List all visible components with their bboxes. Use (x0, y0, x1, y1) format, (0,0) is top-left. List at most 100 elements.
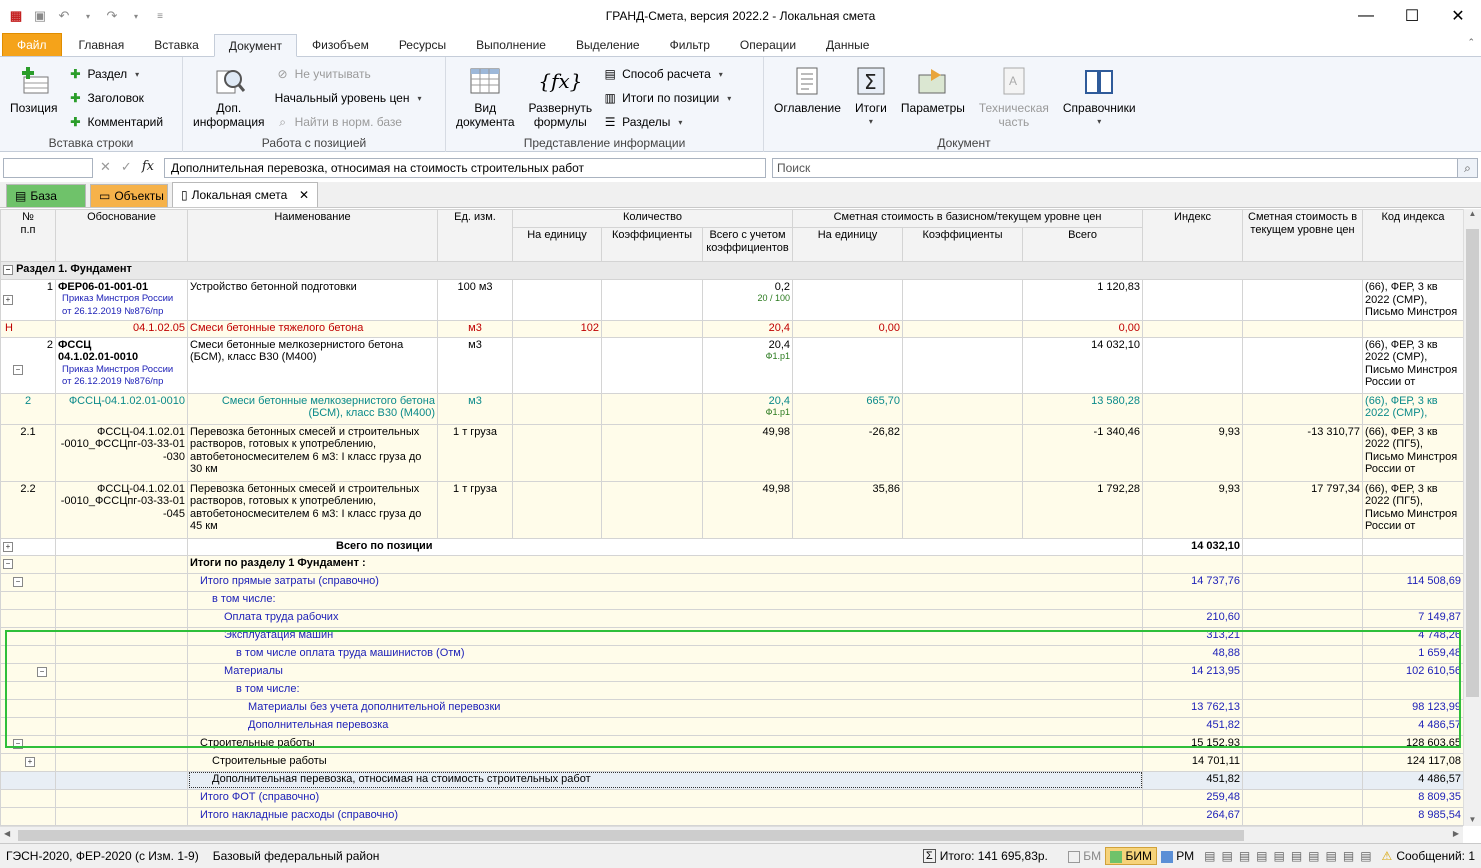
total-row[interactable]: в том числе: (0, 680, 1463, 700)
tab-selection[interactable]: Выделение (561, 33, 655, 56)
collapse-ribbon-icon[interactable]: ⌃ (1467, 37, 1475, 48)
col-num[interactable]: № п.п (0, 209, 56, 262)
tab-objects[interactable]: ▭ Объекты (90, 184, 168, 207)
vertical-scroll-thumb[interactable] (1466, 229, 1479, 697)
formula-input[interactable]: Дополнительная перевозка, относимая на с… (164, 158, 766, 178)
col-cost[interactable]: Сметная стоимость в базисном/текущем уро… (791, 209, 1144, 228)
total-row[interactable]: Итого ФОТ (справочно) 259,48 8 809,35 (0, 788, 1463, 808)
horizontal-scroll-thumb[interactable] (18, 830, 1244, 841)
close-tab-icon[interactable]: ✕ (299, 184, 309, 207)
price-level-dropdown[interactable]: Начальный уровень цен ▾ (275, 89, 422, 107)
collapse-toggle-icon[interactable]: − (13, 576, 23, 587)
rm-toggle[interactable]: РМ (1160, 849, 1194, 863)
total-row[interactable]: − Итоги по разделу 1 Фундамент : (0, 554, 1463, 574)
col-index-code[interactable]: Код индекса (1362, 209, 1463, 262)
tab-filter[interactable]: Фильтр (655, 33, 725, 56)
maximize-button[interactable]: ☐ (1389, 0, 1435, 32)
redo-icon[interactable]: ↷ (102, 6, 122, 26)
insert-header-button[interactable]: ✚ Заголовок (67, 89, 163, 107)
expand-toggle-icon[interactable]: + (25, 756, 35, 767)
scroll-down-icon[interactable]: ▼ (1464, 815, 1481, 824)
tab-operations[interactable]: Операции (725, 33, 811, 56)
status-tool-icons[interactable]: ▤▤▤▤▤▤▤▤▤▤ (1198, 849, 1377, 863)
scroll-up-icon[interactable]: ▲ (1464, 209, 1481, 218)
collapse-toggle-icon[interactable]: − (3, 265, 13, 275)
status-sum[interactable]: Итого: 141 695,83р. (940, 849, 1048, 863)
total-row[interactable]: в том числе оплата труда машинистов (Отм… (0, 644, 1463, 664)
table-row[interactable]: 2.2 ФССЦ-04.1.02.01 -0010_ФССЦпг-03-33-0… (0, 480, 1463, 539)
collapse-toggle-icon[interactable]: − (37, 666, 47, 677)
calc-method-dropdown[interactable]: ▤ Способ расчета ▾ (602, 65, 731, 83)
vertical-scrollbar[interactable]: ▲ ▼ (1463, 209, 1481, 826)
search-input[interactable]: Поиск ⌕ (772, 158, 1478, 178)
total-row[interactable]: + Строительные работы 14 701,11 124 117,… (0, 752, 1463, 772)
search-icon[interactable]: ⌕ (1457, 159, 1477, 177)
total-row[interactable]: Оплата труда рабочих 210,60 7 149,87 (0, 608, 1463, 628)
insert-comment-button[interactable]: ✚ Комментарий (67, 113, 163, 131)
total-row[interactable]: − Строительные работы 15 152,93 128 603,… (0, 734, 1463, 754)
scroll-right-icon[interactable]: ▶ (1453, 829, 1459, 838)
col-cost-current[interactable]: Сметная стоимость в текущем уровне цен (1242, 209, 1364, 262)
collapse-toggle-icon[interactable]: − (3, 558, 13, 569)
tab-execution[interactable]: Выполнение (461, 33, 561, 56)
close-button[interactable]: ✕ (1435, 0, 1481, 32)
tab-document[interactable]: Документ (213, 34, 298, 57)
total-row[interactable]: в том числе: (0, 590, 1463, 610)
find-in-base-button[interactable]: ⌕ Найти в норм. базе (275, 113, 422, 131)
bim-toggle[interactable]: БИМ (1105, 847, 1157, 865)
status-messages[interactable]: Сообщений: 1 (1396, 849, 1475, 863)
ignore-button[interactable]: ⊘ Не учитывать (275, 65, 422, 83)
total-row[interactable]: Итого накладные расходы (справочно) 264,… (0, 806, 1463, 826)
total-row-selected[interactable]: Дополнительная перевозка, относимая на с… (0, 770, 1463, 790)
col-qty-coef[interactable]: Коэффициенты (601, 227, 703, 262)
horizontal-scrollbar[interactable]: ◀ ▶ (0, 826, 1463, 843)
total-row[interactable]: + Всего по позиции 14 032,10 (0, 537, 1463, 556)
col-cost-total[interactable]: Всего (1021, 227, 1144, 262)
tab-physvolume[interactable]: Физобъем (297, 33, 384, 56)
col-unit[interactable]: Ед. изм. (437, 209, 513, 262)
tab-data[interactable]: Данные (811, 33, 884, 56)
undo-dropdown-icon[interactable]: ▾ (78, 6, 98, 26)
minimize-button[interactable]: — (1343, 0, 1389, 32)
section-row[interactable]: − Раздел 1. Фундамент (0, 261, 1463, 280)
tab-base[interactable]: ▤ База (6, 184, 86, 207)
tab-insert[interactable]: Вставка (139, 33, 214, 56)
table-row[interactable]: 2− ФССЦ 04.1.02.01-0010 Приказ Минстроя Р… (0, 336, 1463, 394)
col-qty-unit[interactable]: На единицу (512, 227, 602, 262)
redo-dropdown-icon[interactable]: ▾ (126, 6, 146, 26)
tab-local-estimate[interactable]: ▯ Локальная смета ✕ (172, 182, 318, 207)
cancel-icon[interactable]: ✕ (100, 159, 111, 175)
app-logo-icon[interactable]: ▦ (6, 6, 26, 26)
col-basis[interactable]: Обоснование (55, 209, 188, 262)
total-row[interactable]: − Материалы 14 213,95 102 610,56 (0, 662, 1463, 682)
collapse-toggle-icon[interactable]: − (13, 738, 23, 749)
undo-icon[interactable]: ↶ (54, 6, 74, 26)
cell-name-box[interactable] (3, 158, 93, 178)
bm-toggle[interactable]: БМ (1067, 849, 1101, 863)
total-row[interactable]: Материалы без учета дополнительной перев… (0, 698, 1463, 718)
accept-icon[interactable]: ✓ (121, 159, 132, 175)
status-region[interactable]: Базовый федеральный район (199, 849, 380, 863)
table-row[interactable]: 2 ФССЦ-04.1.02.01-0010 Смеси бетонные ме… (0, 392, 1463, 425)
col-cost-unit[interactable]: На единицу (792, 227, 903, 262)
table-row[interactable]: 2.1 ФССЦ-04.1.02.01 -0010_ФССЦпг-03-33-0… (0, 423, 1463, 482)
col-qty[interactable]: Количество (512, 209, 793, 228)
expand-toggle-icon[interactable]: + (3, 541, 13, 552)
expand-toggle-icon[interactable]: + (3, 295, 13, 305)
position-totals-dropdown[interactable]: ▥ Итоги по позиции ▾ (602, 89, 731, 107)
total-row[interactable]: − Итого прямые затраты (справочно) 14 73… (0, 572, 1463, 592)
customize-qat-icon[interactable]: ≡ (150, 6, 170, 26)
col-cost-coef[interactable]: Коэффициенты (902, 227, 1023, 262)
col-index[interactable]: Индекс (1142, 209, 1244, 262)
col-name[interactable]: Наименование (187, 209, 438, 262)
collapse-toggle-icon[interactable]: − (13, 364, 23, 375)
tab-home[interactable]: Главная (64, 33, 140, 56)
scroll-left-icon[interactable]: ◀ (4, 829, 10, 838)
table-row[interactable]: 1 + ФЕР06-01-001-01 Приказ Минстроя России… (0, 279, 1463, 321)
tab-resources[interactable]: Ресурсы (384, 33, 461, 56)
insert-section-button[interactable]: ✚ Раздел ▾ (67, 65, 163, 83)
sections-dropdown[interactable]: ☰ Разделы ▾ (602, 113, 731, 131)
total-row[interactable]: Эксплуатация машин 313,21 4 748,26 (0, 626, 1463, 646)
status-norms[interactable]: ГЭСН-2020, ФЕР-2020 (с Изм. 1-9) (0, 849, 199, 863)
table-row[interactable]: Н 04.1.02.05 Смеси бетонные тяжелого бет… (0, 319, 1463, 338)
